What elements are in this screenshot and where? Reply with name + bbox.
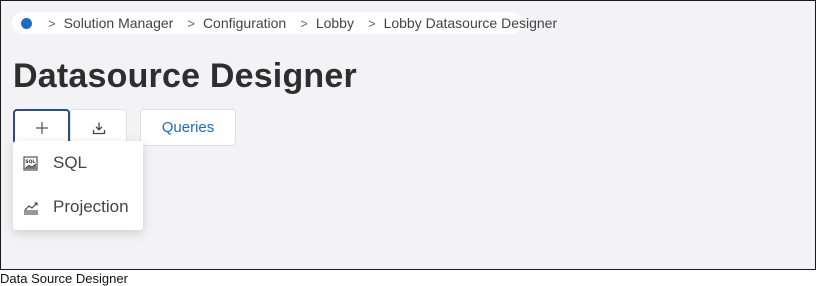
chevron-right-icon: > [300,15,308,31]
breadcrumb-item-configuration[interactable]: Configuration [203,15,286,31]
chevron-right-icon: > [367,15,376,31]
menu-item-sql[interactable]: SQL SQL [13,143,143,183]
sql-icon: SQL [23,155,38,171]
breadcrumb-item-lobby-datasource-designer[interactable]: Lobby Datasource Designer [384,15,558,31]
download-icon [92,122,105,134]
queries-button[interactable]: Queries [140,109,236,146]
projection-icon [24,201,38,215]
app-frame: > Solution Manager > Configuration > Lob… [0,0,816,270]
home-icon[interactable] [21,17,32,29]
breadcrumb-item-lobby[interactable]: Lobby [316,15,354,31]
page-title: Datasource Designer [13,57,357,95]
chevron-right-icon: > [187,15,195,31]
svg-text:SQL: SQL [25,159,35,165]
chevron-right-icon: > [48,15,56,31]
menu-item-label: Projection [53,197,129,216]
queries-button-label: Queries [161,119,215,136]
image-caption: Data Source Designer [0,271,128,286]
breadcrumb-item-solution-manager[interactable]: Solution Manager [64,15,174,31]
add-dropdown-menu: SQL SQL Projection [13,141,143,230]
menu-item-label: SQL [53,153,88,172]
menu-item-projection[interactable]: Projection [13,187,143,227]
breadcrumb: > Solution Manager > Configuration > Lob… [12,12,557,34]
plus-icon [35,121,48,134]
